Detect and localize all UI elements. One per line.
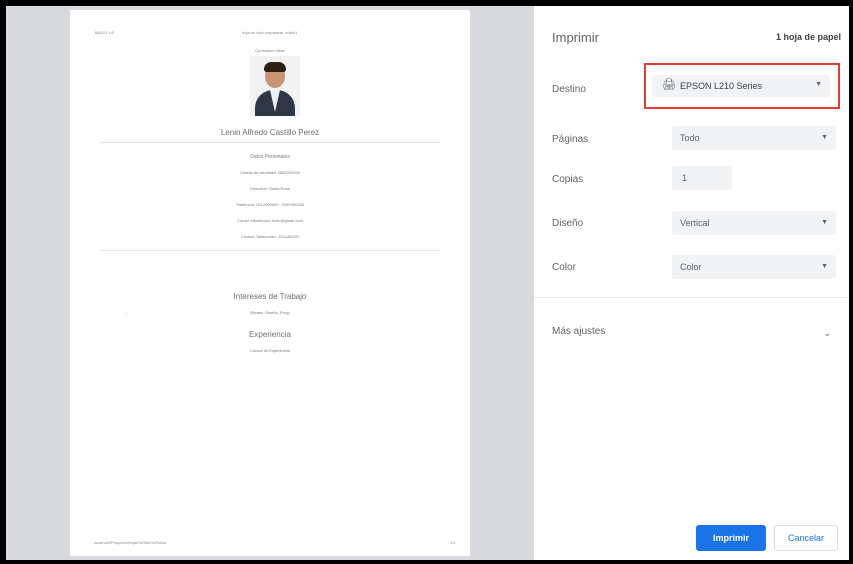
layout-value: Vertical — [680, 218, 710, 228]
preview-divider — [100, 250, 440, 251]
pages-label: Páginas — [552, 134, 589, 145]
chevron-down-icon[interactable]: ⌄ — [823, 328, 831, 339]
preview-footer-page: 1/1 — [450, 540, 456, 545]
pages-select[interactable]: Todo ▼ — [672, 126, 836, 150]
print-title: Imprimir — [552, 30, 599, 45]
chevron-down-icon: ▼ — [815, 81, 822, 88]
preview-section-interests: Intereses de Trabajo — [233, 292, 307, 301]
destination-highlight: 🖨︎ EPSON L210 Series ▼ — [644, 63, 840, 109]
preview-divider — [100, 142, 440, 143]
sheet-count: 1 hoja de papel — [775, 32, 841, 42]
preview-experience-line: Cursos de Experiencia — [249, 348, 291, 353]
preview-personal-line: Teléfono/s: 0212000000 - 0987000000 — [235, 202, 305, 207]
more-settings-toggle[interactable]: Más ajustes — [552, 326, 605, 337]
copies-value: 1 — [682, 173, 688, 183]
print-button[interactable]: Imprimir — [696, 525, 766, 551]
preview-curriculum-title: Curriculum Vitae — [255, 48, 285, 53]
layout-select[interactable]: Vertical ▼ — [672, 211, 836, 235]
preview-section-personal: Datos Personales — [250, 154, 290, 160]
print-settings-panel: Imprimir 1 hoja de papel Destino 🖨︎ EPSO… — [534, 6, 849, 560]
color-value: Color — [680, 262, 702, 272]
preview-left-gutter — [6, 6, 70, 560]
preview-right-gutter — [470, 6, 534, 560]
preview-interests-line: (Redes, Diseño, Prog) — [250, 310, 290, 315]
color-label: Color — [552, 262, 576, 273]
cancel-button[interactable]: Cancelar — [774, 525, 838, 551]
pages-value: Todo — [680, 133, 700, 143]
preview-personal-line: Ciudad: Tabacundo - ECUADOR — [241, 234, 299, 239]
chevron-down-icon: ▼ — [821, 134, 828, 141]
color-select[interactable]: Color ▼ — [672, 255, 836, 279]
screenshot-frame: 18/6/21 4:0 hoja de vida preparada. ndbm… — [0, 0, 853, 564]
chevron-down-icon: ▼ — [821, 263, 828, 270]
copies-label: Copias — [552, 174, 584, 185]
preview-section-experience: Experiencia — [249, 330, 291, 339]
preview-personal-line: Correo electrónico: lenin@gmail.com — [237, 218, 303, 223]
settings-divider — [534, 297, 849, 298]
chevron-down-icon: ▼ — [821, 219, 828, 226]
copies-input[interactable]: 1 — [672, 166, 732, 190]
preview-header-date: 18/6/21 4:0 — [94, 30, 115, 35]
preview-person-name: Lenin Alfredo Castillo Perez — [220, 128, 320, 137]
destination-label: Destino — [552, 84, 586, 95]
profile-photo — [250, 56, 300, 116]
preview-page: 18/6/21 4:0 hoja de vida preparada. ndbm… — [70, 10, 470, 556]
preview-header-title: hoja de vida preparada. ndbm1 — [242, 30, 298, 35]
preview-personal-line: Cédula de identidad: 0850002000 — [239, 170, 301, 175]
print-dialog: 18/6/21 4:0 hoja de vida preparada. ndbm… — [6, 6, 849, 560]
printer-icon: 🖨︎ — [662, 79, 676, 91]
destination-select[interactable]: 🖨︎ EPSON L210 Series ▼ — [652, 75, 830, 97]
destination-value: EPSON L210 Series — [680, 81, 763, 91]
preview-footer-url: localhost/Proyecto/Hojas%20de%20vida — [94, 540, 166, 545]
preview-personal-line: Dirección: Santa Rosa — [250, 186, 290, 191]
layout-label: Diseño — [552, 218, 584, 229]
print-preview-area[interactable]: 18/6/21 4:0 hoja de vida preparada. ndbm… — [6, 6, 534, 560]
